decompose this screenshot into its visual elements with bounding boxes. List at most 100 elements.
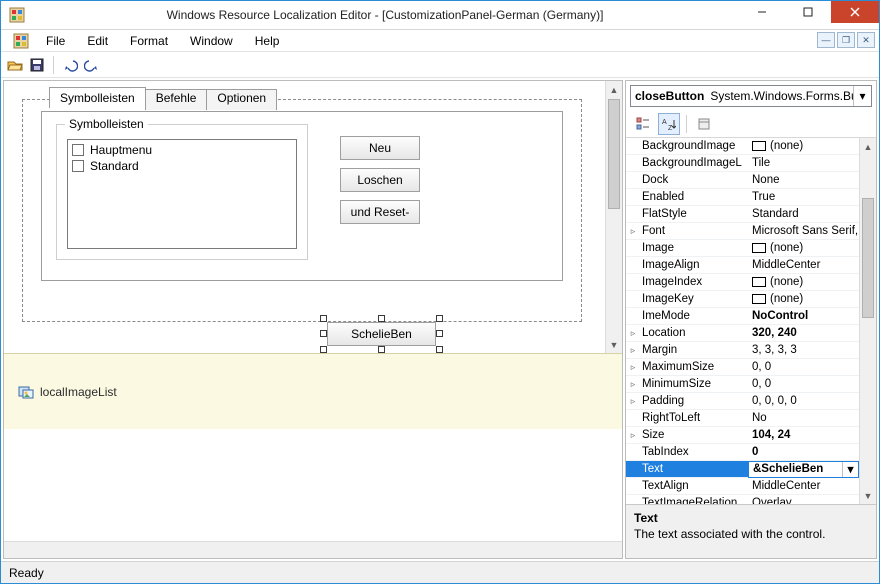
property-value[interactable]: (none) [748,242,859,254]
property-value[interactable]: 0, 0 [748,361,859,373]
menu-edit[interactable]: Edit [76,31,119,51]
property-value[interactable]: Standard [748,208,859,220]
redo-icon[interactable] [84,57,100,73]
property-row[interactable]: ▹FontMicrosoft Sans Serif, 8.2 [626,223,859,240]
property-pages-button[interactable] [693,113,715,135]
checkbox[interactable] [72,144,84,156]
property-row[interactable]: BackgroundImage(none) [626,138,859,155]
propgrid-vscroll[interactable]: ▲ ▼ [859,138,876,504]
menu-format[interactable]: Format [119,31,179,51]
close-form-button[interactable]: SchelieBen [327,322,436,346]
designer-vscroll[interactable]: ▲ ▼ [605,81,622,353]
property-value[interactable]: (none) [748,140,859,152]
list-item[interactable]: Hauptmenu [70,142,294,158]
property-row[interactable]: EnabledTrue [626,189,859,206]
resize-handle[interactable] [378,315,385,322]
dropdown-icon[interactable]: ▾ [853,86,871,106]
tab-befehle[interactable]: Befehle [145,89,208,110]
property-value[interactable]: MiddleCenter [748,480,859,492]
property-row[interactable]: ▹MaximumSize0, 0 [626,359,859,376]
property-row[interactable]: ▹Margin3, 3, 3, 3 [626,342,859,359]
property-row[interactable]: TextImageRelationOverlay [626,495,859,504]
close-button[interactable] [831,1,879,23]
property-value[interactable]: &SchelieBen▾ [748,461,859,478]
property-value[interactable]: (none) [748,276,859,288]
property-value[interactable]: Overlay [748,497,859,504]
menu-help[interactable]: Help [244,31,291,51]
menu-window[interactable]: Window [179,31,244,51]
designer-surface[interactable]: Symbolleisten Befehle Optionen Symbollei… [4,81,605,353]
resize-handle[interactable] [320,315,327,322]
property-value[interactable]: 0, 0 [748,378,859,390]
property-value[interactable]: 104, 24 [748,429,859,441]
expander-icon[interactable]: ▹ [626,328,640,339]
property-row[interactable]: RightToLeftNo [626,410,859,427]
designer-hscroll[interactable] [4,541,622,558]
property-value[interactable]: NoControl [748,310,859,322]
scroll-down-icon[interactable]: ▼ [606,336,622,353]
mdi-close-button[interactable]: ✕ [857,32,875,48]
titlebar[interactable]: Windows Resource Localization Editor - [… [1,1,879,30]
open-icon[interactable] [7,57,23,73]
list-item[interactable]: Standard [70,158,294,174]
property-row[interactable]: ImageKey(none) [626,291,859,308]
minimize-button[interactable] [739,1,785,23]
dropdown-icon[interactable]: ▾ [842,462,858,477]
property-value[interactable]: None [748,174,859,186]
reset-button[interactable]: und Reset- [340,200,420,224]
tab-symbolleisten[interactable]: Symbolleisten [49,87,146,108]
property-value[interactable]: 320, 240 [748,327,859,339]
property-row[interactable]: TabIndex0 [626,444,859,461]
new-button[interactable]: Neu [340,136,420,160]
property-value[interactable]: 3, 3, 3, 3 [748,344,859,356]
property-row[interactable]: ImeModeNoControl [626,308,859,325]
property-value[interactable]: True [748,191,859,203]
delete-button[interactable]: Loschen [340,168,420,192]
property-row[interactable]: TextAlignMiddleCenter [626,478,859,495]
property-row[interactable]: ▹MinimumSize0, 0 [626,376,859,393]
property-value[interactable]: MiddleCenter [748,259,859,271]
property-row[interactable]: DockNone [626,172,859,189]
component-tray[interactable]: localImageList [4,353,622,429]
save-icon[interactable] [29,57,45,73]
scroll-up-icon[interactable]: ▲ [860,138,876,155]
property-row[interactable]: BackgroundImageLTile [626,155,859,172]
property-value[interactable]: (none) [748,293,859,305]
object-selector[interactable]: closeButton System.Windows.Forms.Button … [630,85,872,107]
tray-item-label[interactable]: localImageList [40,385,117,399]
menu-file[interactable]: File [35,31,76,51]
categorized-button[interactable] [632,113,654,135]
checkbox[interactable] [72,160,84,172]
property-row[interactable]: ▹Location320, 240 [626,325,859,342]
mdi-minimize-button[interactable]: — [817,32,835,48]
property-row[interactable]: ▹Padding0, 0, 0, 0 [626,393,859,410]
undo-icon[interactable] [62,57,78,73]
resize-handle[interactable] [320,330,327,337]
maximize-button[interactable] [785,1,831,23]
property-value[interactable]: Microsoft Sans Serif, 8.2 [748,225,859,237]
expander-icon[interactable]: ▹ [626,379,640,390]
property-row[interactable]: Text&SchelieBen▾ [626,461,859,478]
scroll-thumb[interactable] [862,198,874,318]
alphabetical-button[interactable]: AZ [658,113,680,135]
resize-handle[interactable] [320,346,327,353]
property-value[interactable]: No [748,412,859,424]
selected-control[interactable]: SchelieBen [324,319,439,349]
expander-icon[interactable]: ▹ [626,362,640,373]
expander-icon[interactable]: ▹ [626,226,640,237]
property-row[interactable]: FlatStyleStandard [626,206,859,223]
property-row[interactable]: ImageAlignMiddleCenter [626,257,859,274]
expander-icon[interactable]: ▹ [626,430,640,441]
scroll-thumb[interactable] [608,99,620,209]
resize-handle[interactable] [436,315,443,322]
resize-handle[interactable] [436,346,443,353]
property-grid[interactable]: BackgroundImage(none)BackgroundImageLTil… [626,137,876,504]
property-value[interactable]: 0 [748,446,859,458]
toolbars-listbox[interactable]: Hauptmenu Standard [67,139,297,249]
property-value[interactable]: 0, 0, 0, 0 [748,395,859,407]
expander-icon[interactable]: ▹ [626,345,640,356]
tab-optionen[interactable]: Optionen [206,89,277,110]
property-value[interactable]: Tile [748,157,859,169]
resize-handle[interactable] [436,330,443,337]
property-row[interactable]: ▹Size104, 24 [626,427,859,444]
